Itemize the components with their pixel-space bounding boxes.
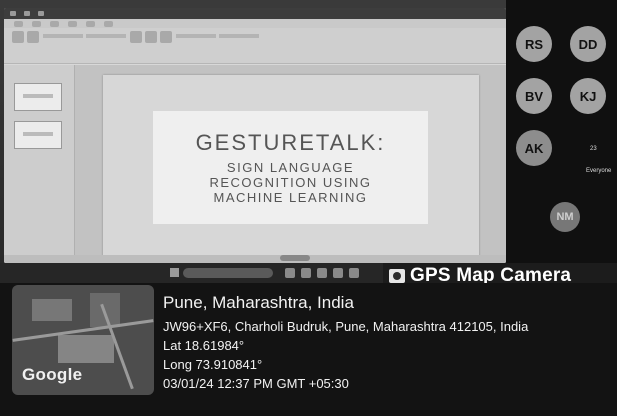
participant-avatar[interactable]: BV <box>516 78 552 114</box>
replace-control[interactable] <box>219 34 259 38</box>
tab-animations[interactable] <box>104 20 113 27</box>
tab-design[interactable] <box>68 20 77 27</box>
powerpoint-window: GESTURETALK: SIGN LANGUAGE RECOGNITION U… <box>4 8 506 263</box>
ribbon <box>4 28 506 64</box>
tab-file[interactable] <box>14 20 23 27</box>
location-city: Pune, Maharashtra, India <box>163 293 354 312</box>
save-icon[interactable] <box>24 11 30 16</box>
tab-insert[interactable] <box>50 20 59 27</box>
font-size-selector[interactable] <box>86 34 126 38</box>
slide-subtitle-line: SIGN LANGUAGE <box>226 160 355 175</box>
taskbar-search[interactable] <box>183 268 273 278</box>
participant-avatar[interactable]: NM <box>550 202 580 232</box>
app-icon <box>10 11 16 16</box>
location-address: JW96+XF6, Charholi Budruk, Pune, Maharas… <box>163 319 529 334</box>
gps-info-panel: Google Pune, Maharashtra, India JW96+XF6… <box>0 283 617 416</box>
taskbar-app-icon[interactable] <box>349 268 359 278</box>
taskbar-app-icon[interactable] <box>317 268 327 278</box>
google-logo: Google <box>22 365 83 384</box>
longitude: Long 73.910841° <box>163 357 263 372</box>
others-count: 23 <box>590 146 597 152</box>
paste-icon[interactable] <box>12 31 24 43</box>
ribbon-group-editing <box>176 31 259 60</box>
taskbar-app-icon[interactable] <box>285 268 295 278</box>
slide-subtitle-line: RECOGNITION USING <box>209 175 372 190</box>
current-slide[interactable]: GESTURETALK: SIGN LANGUAGE RECOGNITION U… <box>103 75 479 263</box>
meeting-panel: RS DD BV KJ AK 23 Everyone NM <box>506 0 617 265</box>
slide-text-box[interactable]: GESTURETALK: SIGN LANGUAGE RECOGNITION U… <box>153 111 428 224</box>
font-selector[interactable] <box>43 34 83 38</box>
location-details: Pune, Maharashtra, India JW96+XF6, Charh… <box>163 293 528 393</box>
camera-icon <box>389 269 405 283</box>
latitude: Lat 18.61984° <box>163 338 245 353</box>
align-icon[interactable] <box>130 31 142 43</box>
zoom-slider[interactable] <box>280 255 310 261</box>
ribbon-tabs <box>4 19 506 28</box>
ribbon-group-clipboard <box>12 31 39 60</box>
tab-transitions[interactable] <box>86 20 95 27</box>
ribbon-group-font <box>43 31 126 60</box>
others-label: Everyone <box>586 168 612 174</box>
participant-avatar[interactable]: RS <box>516 26 552 62</box>
timestamp: 03/01/24 12:37 PM GMT +05:30 <box>163 376 349 391</box>
taskbar-app-icon[interactable] <box>301 268 311 278</box>
tab-home[interactable] <box>32 20 41 27</box>
shapes-icon[interactable] <box>160 31 172 43</box>
slide-thumbnails <box>4 65 75 263</box>
slide-thumbnail[interactable] <box>14 83 62 111</box>
editor-area: GESTURETALK: SIGN LANGUAGE RECOGNITION U… <box>4 65 506 263</box>
list-icon[interactable] <box>145 31 157 43</box>
participant-avatar[interactable]: KJ <box>570 78 606 114</box>
title-bar <box>4 8 506 19</box>
map-thumbnail: Google <box>12 285 154 395</box>
slide-title: GESTURETALK: <box>195 130 386 155</box>
ribbon-group-paragraph <box>130 31 172 60</box>
start-icon[interactable] <box>170 268 179 277</box>
slide-thumbnail[interactable] <box>14 121 62 149</box>
slide-stage: GESTURETALK: SIGN LANGUAGE RECOGNITION U… <box>75 65 506 263</box>
status-bar <box>4 255 506 263</box>
participant-avatar[interactable]: AK <box>516 130 552 166</box>
undo-icon[interactable] <box>38 11 44 16</box>
find-control[interactable] <box>176 34 216 38</box>
taskbar-app-icon[interactable] <box>333 268 343 278</box>
participant-avatar[interactable]: DD <box>570 26 606 62</box>
new-slide-icon[interactable] <box>27 31 39 43</box>
slide-subtitle-line: MACHINE LEARNING <box>213 190 368 205</box>
